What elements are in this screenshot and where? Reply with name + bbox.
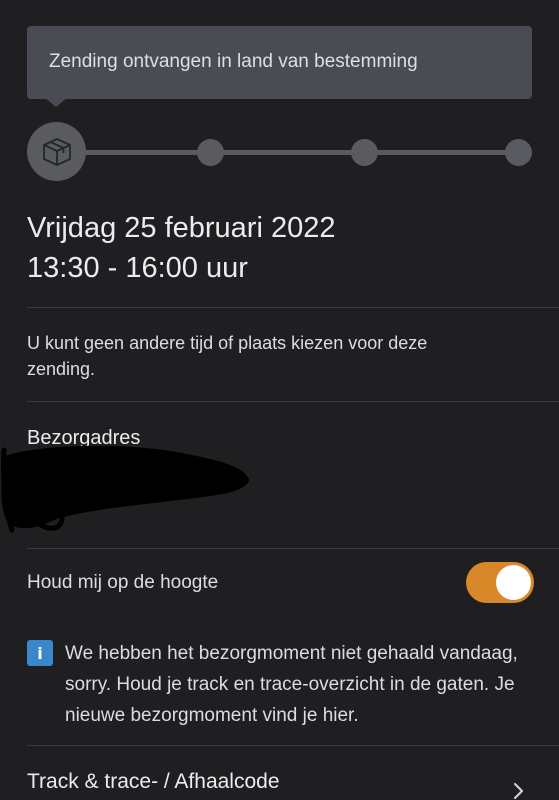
progress-step-current bbox=[27, 122, 86, 181]
progress-track bbox=[57, 150, 517, 155]
change-notice: U kunt geen andere tijd of plaats kiezen… bbox=[27, 333, 428, 379]
status-tooltip: Zending ontvangen in land van bestemming bbox=[27, 26, 532, 99]
divider bbox=[27, 548, 559, 549]
track-and-trace-link[interactable]: Track & trace- / Afhaalcode bbox=[27, 770, 280, 794]
delivery-date: Vrijdag 25 februari 2022 bbox=[27, 212, 336, 244]
delivery-progress-bar bbox=[27, 122, 533, 182]
missed-delivery-message: We hebben het bezorgmoment niet gehaald … bbox=[65, 643, 518, 726]
info-icon: i bbox=[27, 640, 53, 666]
divider bbox=[27, 401, 559, 402]
keep-me-updated-toggle[interactable] bbox=[466, 562, 534, 603]
keep-me-updated-label: Houd mij op de hoogte bbox=[27, 572, 219, 593]
chevron-right-icon[interactable] bbox=[512, 782, 526, 800]
divider bbox=[27, 745, 559, 746]
tooltip-arrow bbox=[45, 98, 67, 107]
package-icon bbox=[42, 137, 71, 166]
delivery-time-window: 13:30 - 16:00 uur bbox=[27, 252, 248, 284]
status-tooltip-text: Zending ontvangen in land van bestemming bbox=[49, 51, 418, 72]
progress-step bbox=[197, 139, 224, 166]
divider bbox=[27, 307, 559, 308]
progress-step bbox=[351, 139, 378, 166]
toggle-knob bbox=[496, 565, 531, 600]
redacted-address-scribble bbox=[0, 445, 249, 533]
progress-step bbox=[505, 139, 532, 166]
